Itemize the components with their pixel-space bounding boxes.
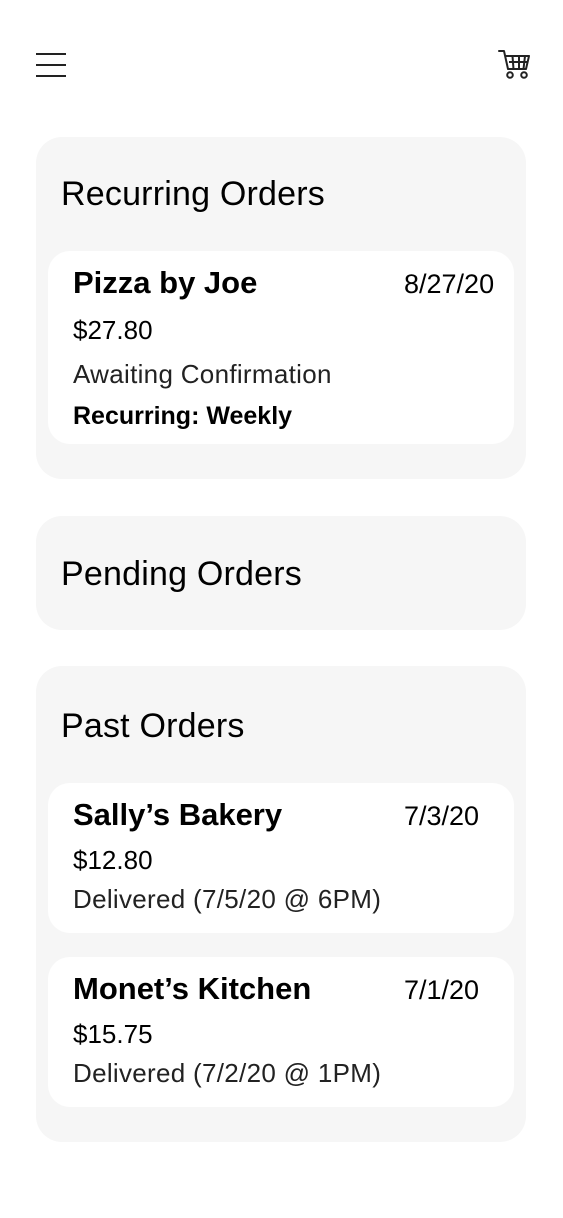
restaurant-name: Sally’s Bakery — [73, 797, 283, 832]
restaurant-name: Monet’s Kitchen — [73, 971, 312, 1006]
order-price: $27.80 — [73, 315, 153, 345]
menu-line — [36, 53, 66, 55]
menu-line — [36, 64, 66, 66]
section-title: Recurring Orders — [61, 175, 325, 213]
order-date: 7/1/20 — [404, 975, 480, 1005]
order-card[interactable]: Pizza by Joe 8/27/20 $27.80 Awaiting Con… — [48, 251, 514, 444]
recurring-orders-section: Recurring Orders Pizza by Joe 8/27/20 $2… — [36, 137, 526, 479]
past-orders-section: Past Orders Sally’s Bakery 7/3/20 $12.80… — [36, 666, 526, 1142]
pending-orders-section: Pending Orders — [36, 516, 526, 630]
cart-icon-graphic — [498, 50, 530, 79]
hamburger-menu-icon[interactable] — [36, 52, 68, 78]
order-date: 7/3/20 — [404, 801, 480, 831]
menu-line — [36, 75, 66, 77]
order-status: Delivered (7/2/20 @ 1PM) — [73, 1058, 382, 1088]
order-date: 8/27/20 — [404, 269, 495, 299]
section-title: Pending Orders — [61, 555, 302, 593]
recurrence-label: Recurring: Weekly — [73, 402, 293, 430]
section-title: Past Orders — [61, 707, 245, 745]
order-status: Awaiting Confirmation — [73, 359, 332, 389]
order-card[interactable]: Monet’s Kitchen 7/1/20 $15.75 Delivered … — [48, 957, 514, 1107]
order-price: $12.80 — [73, 845, 153, 875]
shopping-cart-icon[interactable] — [497, 47, 533, 81]
order-status: Delivered (7/5/20 @ 6PM) — [73, 884, 382, 914]
order-card[interactable]: Sally’s Bakery 7/3/20 $12.80 Delivered (… — [48, 783, 514, 933]
restaurant-name: Pizza by Joe — [73, 265, 258, 300]
order-price: $15.75 — [73, 1019, 153, 1049]
